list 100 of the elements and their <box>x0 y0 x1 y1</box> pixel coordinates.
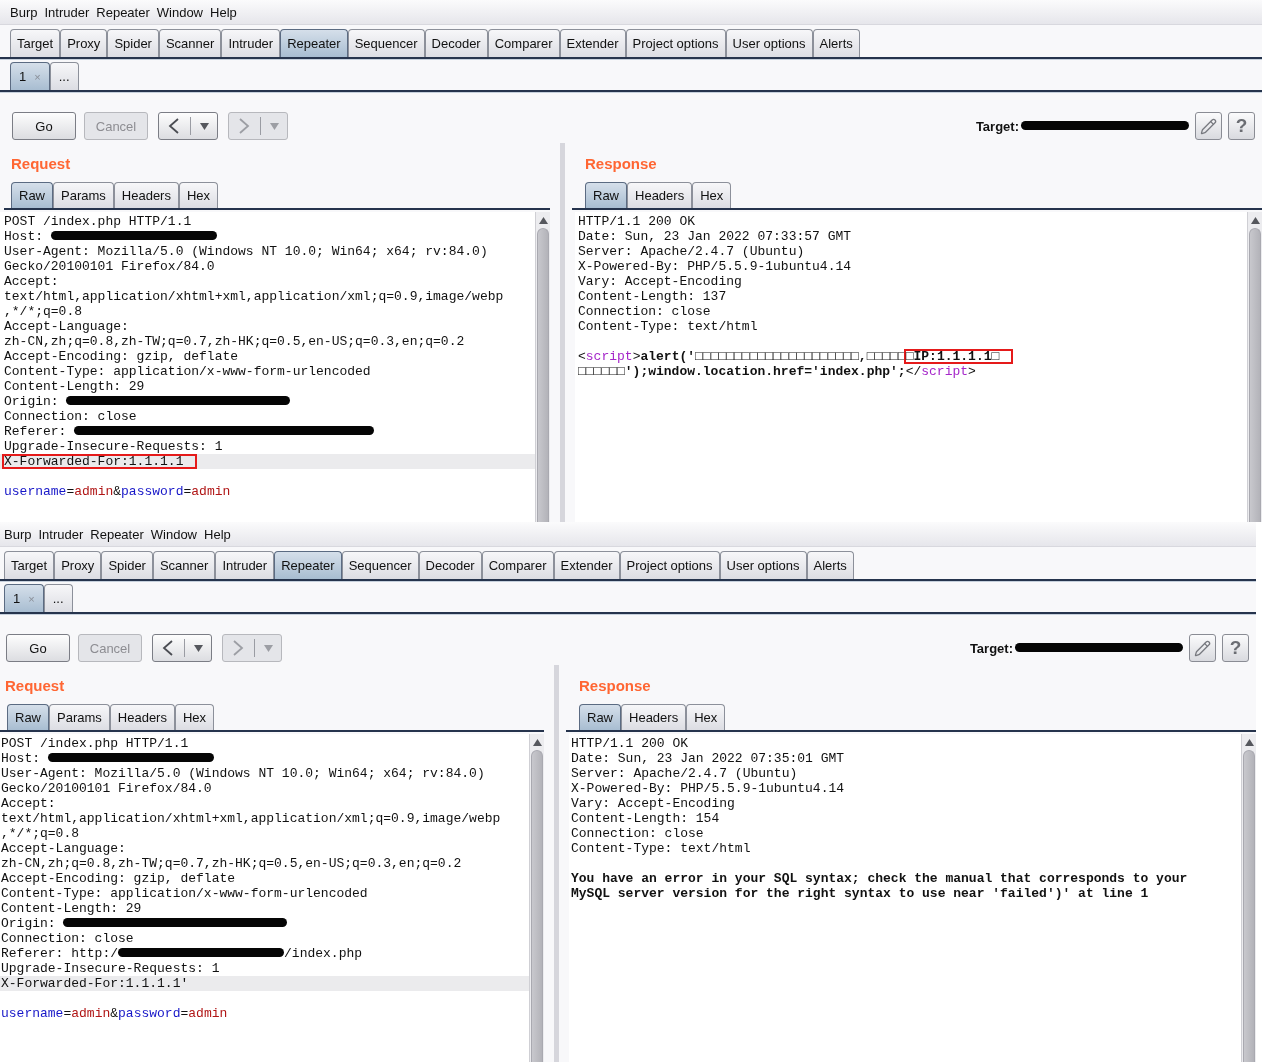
edit-target-button[interactable] <box>1195 112 1222 140</box>
menu-item[interactable]: Burp <box>1 526 35 542</box>
scrollbar-thumb[interactable] <box>537 228 549 522</box>
tool-tab[interactable]: Intruder <box>215 551 275 579</box>
tool-tab[interactable]: User options <box>725 29 813 57</box>
response-line: Date: Sun, 23 Jan 2022 07:33:57 GMT <box>578 229 852 244</box>
editor-tab[interactable]: Headers <box>621 704 687 730</box>
tool-tab[interactable]: Proxy <box>60 29 108 57</box>
request-line: /index.php <box>284 946 363 961</box>
response-line: Content-Length: 137 <box>578 289 727 304</box>
tool-tab[interactable]: Repeater <box>280 29 348 57</box>
help-button[interactable]: ? <box>1222 634 1249 662</box>
tool-tab[interactable]: Spider <box>101 551 153 579</box>
scrollbar[interactable] <box>1241 734 1256 1062</box>
scrollbar[interactable] <box>535 212 550 522</box>
scrollbar[interactable] <box>529 734 544 1062</box>
editor-tab[interactable]: Params <box>53 182 114 208</box>
request-line: Accept: <box>4 274 59 289</box>
tool-tab[interactable]: Decoder <box>418 551 482 579</box>
editor-tab[interactable]: Raw <box>7 704 49 730</box>
request-line: Connection: close <box>1 931 134 946</box>
back-button[interactable] <box>152 634 212 662</box>
tool-tab[interactable]: Sequencer <box>341 551 419 579</box>
help-button[interactable]: ? <box>1228 112 1255 140</box>
caret-down-icon <box>194 644 203 652</box>
session-tab[interactable]: 1 × <box>4 584 44 612</box>
tool-tab[interactable]: User options <box>719 551 807 579</box>
tool-tab[interactable]: Extender <box>559 29 626 57</box>
request-line: zh-CN,zh;q=0.8,zh-TW;q=0.7,zh-HK;q=0.5,en-US;q=0.3,en;q=0.2 <box>4 334 465 349</box>
edit-target-button[interactable] <box>1189 634 1216 662</box>
response-line: Date: Sun, 23 Jan 2022 07:35:01 GMT <box>571 751 845 766</box>
panel-title: Request <box>5 677 65 694</box>
request-line: Gecko/20100101 Firefox/84.0 <box>4 259 215 274</box>
tool-tab[interactable]: Decoder <box>424 29 488 57</box>
response-line: Server: Apache/2.4.7 (Ubuntu) <box>571 766 798 781</box>
scrollbar[interactable] <box>1247 212 1262 522</box>
editor-tab[interactable]: Hex <box>686 704 726 730</box>
editor-tab[interactable]: Params <box>49 704 110 730</box>
editor-tab[interactable]: Headers <box>627 182 693 208</box>
text-editor[interactable] <box>0 212 550 522</box>
back-button[interactable] <box>158 112 218 140</box>
go-button[interactable]: Go <box>12 112 76 140</box>
request-line: text/html,application/xhtml+xml,application/xml;q=0.9,image/webp <box>4 289 504 304</box>
editor-tab[interactable]: Hex <box>692 182 732 208</box>
menu-item[interactable]: Repeater <box>93 4 153 20</box>
editor-tab[interactable]: Headers <box>113 182 179 208</box>
editor-tab[interactable]: Headers <box>109 704 175 730</box>
tool-tab[interactable]: Project options <box>625 29 726 57</box>
scrollbar-thumb[interactable] <box>1249 228 1261 522</box>
request-line: zh-CN,zh;q=0.8,zh-TW;q=0.7,zh-HK;q=0.5,en-US;q=0.3,en;q=0.2 <box>1 856 462 871</box>
up-arrow-icon <box>538 217 548 224</box>
request-line: ,*/*;q=0.8 <box>4 304 82 319</box>
tool-tab[interactable]: Scanner <box>158 29 222 57</box>
editor-tab[interactable]: Hex <box>178 182 219 208</box>
panel-title: Response <box>585 155 657 172</box>
scrollbar-thumb[interactable] <box>1243 750 1255 1062</box>
tool-tab[interactable]: Scanner <box>152 551 216 579</box>
menu-item[interactable]: Help <box>207 4 240 20</box>
tool-tab[interactable]: Target <box>4 551 55 579</box>
tool-tab[interactable]: Proxy <box>54 551 102 579</box>
request-line: Content-Type: application/x-www-form-urlencoded <box>1 886 368 901</box>
request-line: Content-Length: 29 <box>4 379 145 394</box>
tool-tab[interactable]: Alerts <box>806 551 854 579</box>
menu-item[interactable]: Window <box>153 4 206 20</box>
session-tab[interactable]: ... <box>43 584 73 612</box>
request-line: ,*/*;q=0.8 <box>1 826 79 841</box>
menu-item[interactable]: Intruder <box>41 4 93 20</box>
tool-tab[interactable]: Extender <box>553 551 620 579</box>
request-line: username=admin&password=admin <box>1 1006 228 1021</box>
tool-tab[interactable]: Sequencer <box>347 29 425 57</box>
go-button[interactable]: Go <box>6 634 70 662</box>
editor-tab[interactable]: Hex <box>174 704 215 730</box>
tool-tab[interactable]: Comparer <box>487 29 560 57</box>
editor-tab[interactable]: Raw <box>579 704 621 730</box>
editor-tab[interactable]: Raw <box>11 182 53 208</box>
pencil-icon <box>1200 117 1217 135</box>
request-line: Upgrade-Insecure-Requests: 1 <box>4 439 223 454</box>
response-line: Vary: Accept-Encoding <box>578 274 742 289</box>
tool-tab[interactable]: Repeater <box>274 551 342 579</box>
up-arrow-icon <box>1244 739 1254 746</box>
response-line: X-Powered-By: PHP/5.5.9-1ubuntu4.14 <box>571 781 845 796</box>
tool-tab[interactable]: Intruder <box>221 29 281 57</box>
scrollbar-thumb[interactable] <box>531 750 543 1062</box>
tool-tab[interactable]: Spider <box>107 29 159 57</box>
tool-tab[interactable]: Alerts <box>812 29 860 57</box>
text-editor[interactable] <box>0 734 544 1062</box>
response-line: HTTP/1.1 200 OK <box>578 214 696 229</box>
editor-tab[interactable]: Raw <box>585 182 627 208</box>
menu-item[interactable]: Intruder <box>35 526 87 542</box>
session-tab[interactable]: 1 × <box>10 62 50 90</box>
tool-tab[interactable]: Comparer <box>481 551 554 579</box>
tool-tab[interactable]: Project options <box>619 551 720 579</box>
menu-item[interactable]: Window <box>147 526 200 542</box>
menu-item[interactable]: Repeater <box>87 526 147 542</box>
request-line: text/html,application/xhtml+xml,application/xml;q=0.9,image/webp <box>1 811 501 826</box>
menu-item[interactable]: Help <box>201 526 234 542</box>
text-editor[interactable] <box>569 734 1256 1062</box>
tool-tab[interactable]: Target <box>10 29 61 57</box>
session-tab[interactable]: ... <box>49 62 79 90</box>
menu-item[interactable]: Burp <box>7 4 41 20</box>
